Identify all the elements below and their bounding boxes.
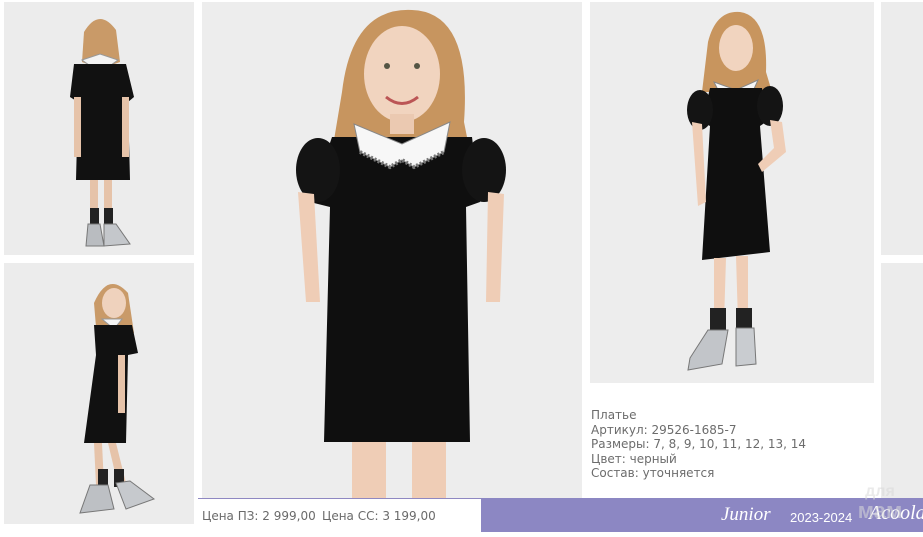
watermark-line2: мам xyxy=(858,498,903,523)
model-side-photo xyxy=(4,263,194,524)
price-ss: Цена СС: 3 199,00 xyxy=(322,509,436,523)
brand-line: Junior xyxy=(721,504,771,525)
product-composition: Состав: уточняется xyxy=(591,466,715,481)
model-front-photo xyxy=(202,2,582,498)
product-sizes: Размеры: 7, 8, 9, 10, 11, 12, 13, 14 xyxy=(591,437,807,452)
product-article: Артикул: 29526-1685-7 xyxy=(591,422,737,437)
product-name: Платье xyxy=(591,408,637,422)
watermark-logo: для мам xyxy=(838,476,922,532)
next-page-photo-bottom xyxy=(881,263,923,498)
product-info: Платье Артикул: 29526-1685-7 Размеры: 7,… xyxy=(591,408,876,481)
model-pose-photo xyxy=(590,2,874,383)
model-back-photo xyxy=(4,2,194,255)
price-bar: Цена ПЗ: 2 999,00 Цена СС: 3 199,00 xyxy=(198,498,481,533)
product-color: Цвет: черный xyxy=(591,451,677,466)
price-pz: Цена ПЗ: 2 999,00 xyxy=(202,509,316,523)
next-page-photo-top xyxy=(881,2,923,255)
